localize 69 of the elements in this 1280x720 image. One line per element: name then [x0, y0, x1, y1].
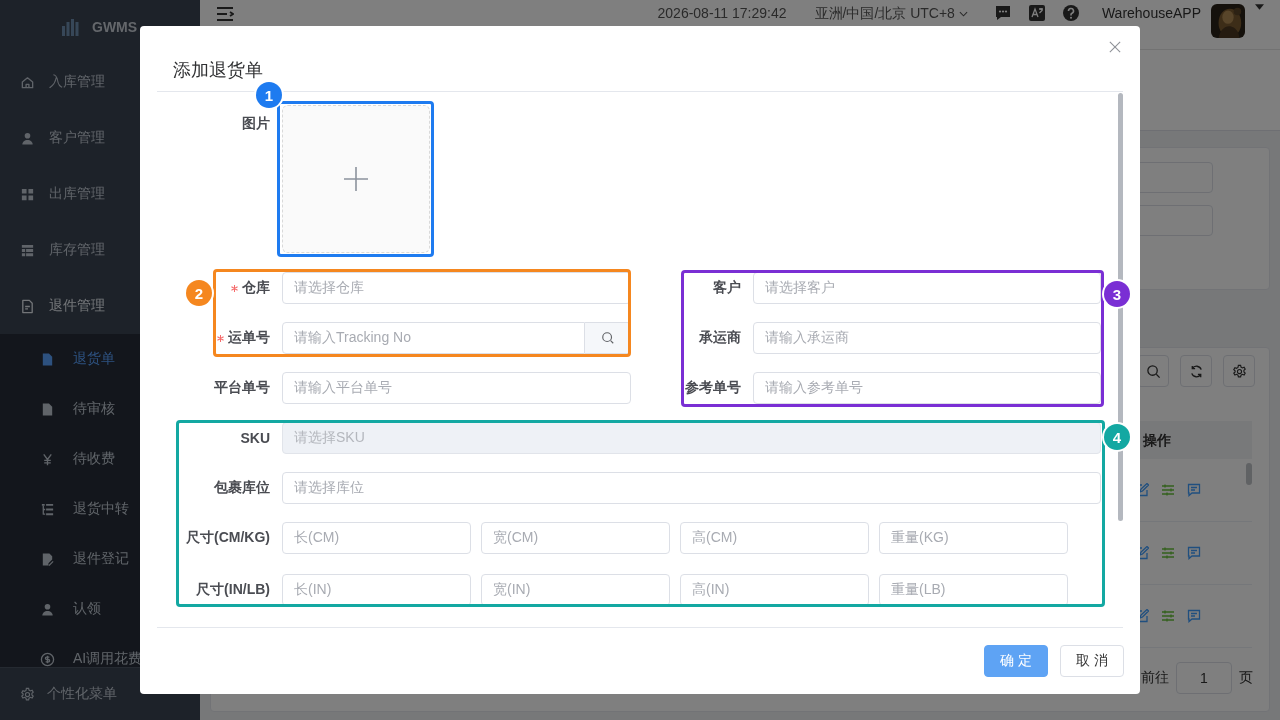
- field-label: 图片: [242, 115, 270, 133]
- user-icon: [20, 130, 35, 146]
- app-name: GWMS: [92, 19, 138, 35]
- close-icon[interactable]: [1109, 41, 1121, 53]
- dialog-title: 添加退货单: [173, 60, 263, 80]
- list-icon: [40, 501, 55, 517]
- settings-icon: [20, 686, 35, 702]
- user-icon: [40, 601, 55, 617]
- field-label: 平台单号: [214, 379, 270, 397]
- search-icon: [600, 331, 615, 345]
- document-icon: [40, 401, 55, 417]
- field-label: 运单号: [228, 329, 270, 347]
- field-label: 仓库: [242, 279, 270, 297]
- sliders-icon[interactable]: [1161, 483, 1175, 497]
- field-label: 尺寸(IN/LB): [196, 581, 270, 599]
- caret-icon[interactable]: [1255, 4, 1264, 10]
- field-label: 包裹库位: [214, 479, 270, 497]
- column-header: 操作: [1142, 431, 1172, 450]
- confirm-button[interactable]: 确 定: [984, 645, 1049, 677]
- submenu-item[interactable]: 待审核: [0, 384, 200, 434]
- input-field[interactable]: 高(CM): [680, 522, 869, 554]
- input-field[interactable]: 长(CM): [282, 522, 471, 554]
- translate-icon[interactable]: [1027, 4, 1046, 22]
- document-icon: [40, 351, 55, 367]
- home-icon: [20, 74, 35, 90]
- scrollbar-thumb[interactable]: [1246, 463, 1252, 485]
- search-icon: [1145, 363, 1161, 379]
- input-field[interactable]: 宽(CM): [481, 522, 670, 554]
- cancel-button[interactable]: 取 消: [1060, 645, 1124, 677]
- settings-button[interactable]: [1223, 355, 1255, 387]
- table-icon: [20, 242, 35, 258]
- submenu-item[interactable]: 待收费: [0, 434, 200, 484]
- grid-icon: [20, 186, 35, 202]
- chat-icon[interactable]: [993, 4, 1012, 22]
- field-label: 尺寸(CM/KG): [186, 529, 270, 547]
- field-label: 参考单号: [685, 379, 741, 397]
- chevron-down-icon: [958, 11, 968, 18]
- pagination-label: 页: [1239, 669, 1253, 687]
- refresh-button[interactable]: [1180, 355, 1212, 387]
- select-field[interactable]: 请选择库位: [282, 472, 1101, 504]
- coin-icon: [40, 651, 55, 667]
- number-badge: 3: [1104, 281, 1130, 307]
- number-badge: 1: [256, 82, 282, 108]
- menu-item[interactable]: 客户管理: [0, 110, 200, 166]
- plus-icon: [344, 167, 368, 191]
- number-badge: 4: [1104, 424, 1130, 450]
- document-icon: [20, 298, 35, 314]
- input-field[interactable]: 重量(KG): [879, 522, 1068, 554]
- help-icon[interactable]: [1061, 4, 1080, 22]
- sliders-icon[interactable]: [1161, 546, 1175, 560]
- field-label: 承运商: [699, 329, 741, 347]
- field-label: SKU: [240, 430, 270, 446]
- number-badge: 2: [186, 280, 212, 306]
- menu-item[interactable]: 库存管理: [0, 222, 200, 278]
- menu-item[interactable]: 出库管理: [0, 166, 200, 222]
- refresh-icon: [1188, 363, 1204, 379]
- user-name[interactable]: WarehouseAPP: [1101, 4, 1201, 22]
- input-field[interactable]: 请输入平台单号: [282, 372, 631, 404]
- field-label: 客户: [713, 279, 741, 297]
- settings-icon: [1231, 363, 1247, 379]
- timezone-selector[interactable]: 亚洲/中国/北京 UTC+8: [814, 4, 968, 22]
- datetime-text: 2026-08-11 17:29:42: [657, 4, 787, 22]
- logo-icon: [60, 18, 80, 36]
- submenu-item[interactable]: 退货单: [0, 334, 200, 384]
- edit-document-icon: [40, 551, 55, 567]
- menu-fold-icon[interactable]: [216, 6, 234, 22]
- page-input[interactable]: 1: [1176, 662, 1232, 694]
- sliders-icon[interactable]: [1161, 609, 1175, 623]
- pagination-label: 前往: [1141, 669, 1169, 687]
